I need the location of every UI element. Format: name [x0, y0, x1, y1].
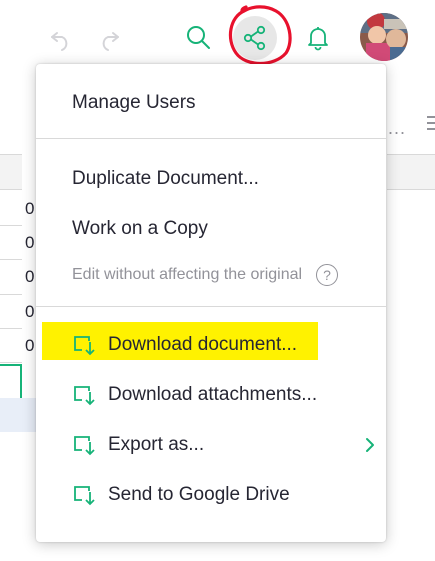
undo-button[interactable] — [44, 20, 78, 56]
download-icon — [72, 433, 98, 457]
help-icon[interactable]: ? — [316, 264, 339, 286]
notifications-button[interactable] — [300, 19, 336, 55]
download-icon — [72, 333, 98, 357]
top-toolbar — [0, 0, 435, 74]
grid-cell[interactable]: 0 — [25, 302, 34, 322]
search-button[interactable] — [180, 19, 216, 55]
work-on-copy-hint: Edit without affecting the original ? — [72, 264, 339, 286]
redo-button[interactable] — [92, 20, 126, 56]
row-divider — [0, 225, 22, 226]
share-menu: Manage Users Duplicate Document... Work … — [36, 64, 386, 542]
manage-users-item[interactable]: Manage Users — [36, 80, 386, 126]
undo-icon — [51, 32, 68, 51]
download-attachments-item[interactable]: Download attachments... — [36, 372, 386, 418]
menu-divider — [36, 306, 386, 307]
grid-cell[interactable]: 0 — [25, 267, 34, 287]
work-on-copy-item[interactable]: Work on a Copy — [36, 206, 386, 252]
share-button[interactable] — [233, 16, 277, 60]
manage-users-label: Manage Users — [72, 92, 196, 113]
send-to-drive-item[interactable]: Send to Google Drive — [36, 472, 386, 518]
grid-cell[interactable]: 0 — [25, 233, 34, 253]
share-icon — [243, 25, 266, 51]
selected-cell[interactable] — [0, 364, 22, 400]
export-as-label: Export as... — [108, 434, 205, 455]
download-attachments-label: Download attachments... — [108, 384, 318, 405]
redo-icon — [102, 32, 119, 51]
export-as-item[interactable]: Export as... — [36, 422, 386, 468]
avatar[interactable] — [360, 13, 408, 61]
row-numbers-header — [0, 154, 22, 190]
grid-cell[interactable]: 0 — [25, 336, 34, 356]
download-document-item[interactable]: Download document... — [36, 322, 386, 368]
bell-icon — [308, 27, 328, 51]
download-icon — [72, 483, 98, 507]
duplicate-document-item[interactable]: Duplicate Document... — [36, 156, 386, 202]
chevron-right-icon — [366, 438, 374, 452]
download-document-label: Download document... — [108, 334, 298, 355]
row-divider — [0, 362, 22, 363]
search-icon — [187, 26, 210, 49]
panel-toggle-icon[interactable] — [425, 113, 435, 133]
duplicate-document-label: Duplicate Document... — [72, 168, 259, 189]
app-window: ... 0 0 0 0 0 Manage Users Duplicate Doc… — [0, 0, 435, 561]
download-icon — [72, 383, 98, 407]
column-header — [387, 154, 435, 190]
send-to-drive-label: Send to Google Drive — [108, 484, 290, 505]
grid-cell[interactable]: 0 — [25, 199, 34, 219]
work-on-copy-hint-text: Edit without affecting the original — [72, 266, 303, 283]
user-photo-icon — [360, 13, 408, 61]
more-options-icon[interactable]: ... — [388, 118, 406, 139]
menu-divider — [36, 138, 386, 139]
selected-row — [0, 398, 38, 432]
row-divider — [0, 328, 22, 329]
row-divider — [0, 259, 22, 260]
row-divider — [0, 294, 22, 295]
work-on-copy-label: Work on a Copy — [72, 218, 208, 239]
